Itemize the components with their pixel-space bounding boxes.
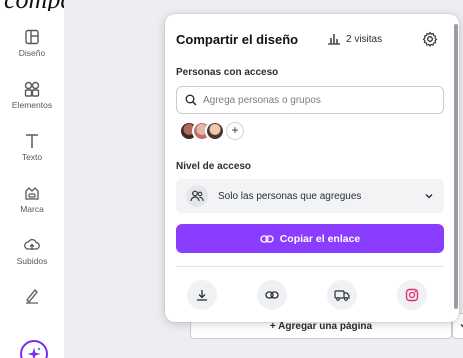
crown-icon [25,187,39,200]
panel-scrollbar[interactable] [453,20,459,316]
sidebar-item-label: Texto [21,152,43,162]
add-collaborator-button[interactable]: + [226,122,244,140]
text-icon [26,134,38,148]
people-search-input[interactable] [203,94,433,106]
search-icon [185,94,197,106]
visits-button[interactable]: 2 visitas [327,33,382,45]
people-search-field[interactable] [176,86,444,114]
download-icon [197,290,207,301]
upload-cloud-icon [24,238,40,250]
sidebar-item-label: Elementos [11,100,53,110]
add-page-label: + Agregar una página [269,320,373,332]
access-level-value: Solo las personas que agregues [218,190,362,202]
draw-icon [26,289,38,304]
share-actions [187,280,437,312]
visits-label: 2 visitas [346,33,383,45]
avatar[interactable] [205,121,225,141]
people-icon [186,185,208,207]
share-link-button[interactable] [257,280,287,310]
people-section-label: Personas con acceso [176,67,279,78]
sidebar-item-label: Subidos [16,256,48,266]
instagram-share-button[interactable] [397,280,427,310]
shapes-icon [24,81,40,97]
sidebar-item-draw[interactable] [0,286,64,306]
sidebar-item-texto[interactable]: Texto [0,132,64,162]
panel-title: Compartir el diseño [176,32,299,47]
sidebar-item-marca[interactable]: Marca [0,184,64,214]
chevron-down-icon [460,324,463,328]
magic-button[interactable] [20,340,48,358]
chevron-down-icon [425,194,433,199]
link-icon [265,291,279,299]
sidebar-item-subidos[interactable]: Subidos [0,236,64,266]
truck-icon [334,290,350,301]
gear-icon[interactable] [422,31,438,47]
sidebar-item-elementos[interactable]: Elementos [0,80,64,110]
layout-icon [25,29,39,45]
access-level-select[interactable]: Solo las personas que agregues [176,179,444,213]
left-sidebar: Diseño Elementos Texto Marca Subidos [0,14,64,358]
copy-link-button[interactable]: Copiar el enlace [176,224,444,253]
access-section-label: Nivel de acceso [176,161,252,172]
sidebar-item-label: Diseño [18,48,46,58]
sidebar-item-diseno[interactable]: Diseño [0,28,64,58]
scrollbar-thumb[interactable] [454,24,458,309]
sidebar-item-label: Marca [20,204,44,214]
share-panel: Compartir el diseño 2 visitas Personas c… [165,14,459,322]
link-icon [260,234,274,243]
sparkle-icon [27,347,41,358]
instagram-icon [405,288,419,302]
collaborator-avatars[interactable]: + [179,120,244,142]
download-button[interactable] [187,280,217,310]
copy-link-label: Copiar el enlace [279,232,361,245]
divider [176,266,444,267]
print-delivery-button[interactable] [327,280,357,310]
bar-chart-icon [328,34,340,45]
